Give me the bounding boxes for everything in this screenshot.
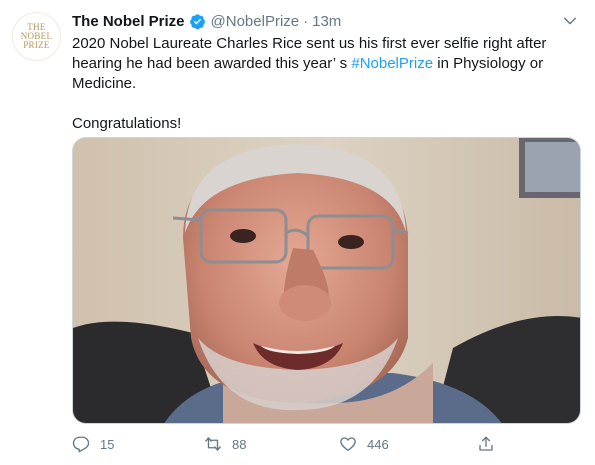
- tweet-text: 2020 Nobel Laureate Charles Rice sent us…: [72, 34, 582, 134]
- reply-icon: [72, 436, 90, 453]
- tweet-paragraph-congrats: Congratulations!: [72, 115, 182, 132]
- avatar[interactable]: THE NOBEL PRIZE: [12, 12, 61, 61]
- reply-count: 15: [100, 436, 115, 452]
- tweet-actions: 15 88 446: [72, 432, 582, 456]
- like-icon: [340, 437, 356, 452]
- separator-dot: ·: [303, 12, 309, 30]
- chevron-down-icon[interactable]: [561, 12, 579, 30]
- author-handle[interactable]: @NobelPrize: [211, 13, 300, 30]
- reply-button[interactable]: 15: [72, 435, 114, 453]
- avatar-line: PRIZE: [23, 40, 50, 50]
- tweet-header: The Nobel Prize @NobelPrize · 13m: [72, 10, 583, 32]
- like-count: 446: [367, 436, 389, 452]
- retweet-button[interactable]: 88: [204, 435, 246, 453]
- verified-badge-icon: [189, 13, 206, 30]
- tweet[interactable]: THE NOBEL PRIZE The Nobel Prize @NobelPr…: [0, 0, 595, 465]
- retweet-count: 88: [232, 436, 247, 452]
- like-button[interactable]: 446: [339, 435, 389, 453]
- share-button[interactable]: [477, 435, 495, 453]
- tweet-paragraph: 2020 Nobel Laureate Charles Rice sent us…: [72, 34, 582, 94]
- retweet-icon: [205, 437, 221, 451]
- hashtag-link[interactable]: #NobelPrize: [351, 55, 433, 72]
- tweet-timestamp[interactable]: 13m: [312, 13, 341, 30]
- tweet-photo[interactable]: [72, 137, 581, 424]
- share-icon: [479, 436, 493, 451]
- author-name[interactable]: The Nobel Prize: [72, 13, 185, 30]
